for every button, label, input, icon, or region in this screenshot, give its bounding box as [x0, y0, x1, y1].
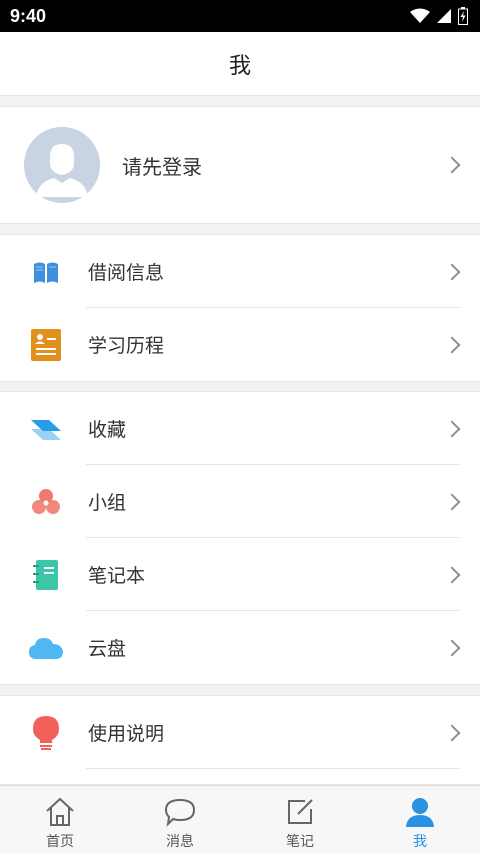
status-time: 9:40 [10, 5, 47, 26]
menu-item-label: 收藏 [88, 419, 127, 441]
menu-item-label: 使用说明 [88, 723, 165, 745]
menu-item-label: 学习历程 [88, 335, 165, 357]
menu-item-label: 小组 [88, 492, 127, 514]
signal-icon [437, 9, 451, 23]
tab-notes[interactable]: 笔记 [240, 786, 360, 853]
message-icon [163, 795, 197, 829]
bottom-tab-bar: 首页 消息 笔记 我 [0, 785, 480, 853]
menu-item-borrow-info[interactable]: 借阅信息 [0, 235, 480, 308]
menu-item-notebook[interactable]: 笔记本 [0, 538, 480, 611]
chevron-right-icon [443, 566, 461, 583]
tab-label: 我 [413, 834, 427, 850]
default-avatar-icon [24, 127, 100, 203]
page-title: 我 [228, 53, 251, 79]
login-prompt: 请先登录 [122, 154, 202, 179]
tab-label: 首页 [46, 834, 74, 850]
notebook-icon [28, 557, 64, 593]
chevron-right-icon [443, 493, 461, 510]
header-bar: 我 [0, 32, 480, 96]
wifi-icon [410, 8, 430, 23]
chevron-right-icon [443, 724, 461, 741]
menu-item-cloud-disk[interactable]: 云盘 [0, 611, 480, 684]
chevron-right-icon [443, 639, 461, 656]
status-bar: 9:40 [0, 0, 480, 32]
group-icon [28, 484, 64, 520]
chevron-right-icon [443, 336, 461, 353]
chevron-right-icon [443, 420, 461, 437]
divider [86, 768, 460, 769]
avatar [24, 127, 100, 203]
tab-me[interactable]: 我 [360, 786, 480, 853]
menu-item-groups[interactable]: 小组 [0, 465, 480, 538]
layers-icon [28, 411, 64, 447]
cloud-icon [28, 630, 64, 666]
menu-group-personal: 收藏 小组 笔记本 云盘 [0, 391, 480, 685]
tab-label: 笔记 [286, 834, 314, 850]
menu-item-label: 云盘 [88, 638, 127, 660]
menu-item-learning-history[interactable]: 学习历程 [0, 308, 480, 381]
menu-group-library: 借阅信息 学习历程 [0, 234, 480, 382]
chevron-right-icon [443, 263, 461, 280]
person-icon [403, 795, 437, 829]
book-icon [28, 254, 64, 290]
lightbulb-icon [28, 715, 64, 751]
menu-item-favorites[interactable]: 收藏 [0, 392, 480, 465]
resume-icon [28, 327, 64, 363]
battery-icon [458, 7, 468, 25]
profile-row[interactable]: 请先登录 [0, 106, 480, 224]
tab-label: 消息 [166, 834, 194, 850]
status-icons [410, 7, 468, 25]
note-edit-icon [283, 795, 317, 829]
tab-messages[interactable]: 消息 [120, 786, 240, 853]
chevron-right-icon [443, 156, 461, 174]
menu-item-label: 借阅信息 [88, 262, 165, 284]
menu-item-label: 笔记本 [88, 565, 146, 587]
tab-home[interactable]: 首页 [0, 786, 120, 853]
menu-group-help: 使用说明 [0, 695, 480, 785]
menu-item-instructions[interactable]: 使用说明 [0, 696, 480, 769]
home-icon [43, 795, 77, 829]
